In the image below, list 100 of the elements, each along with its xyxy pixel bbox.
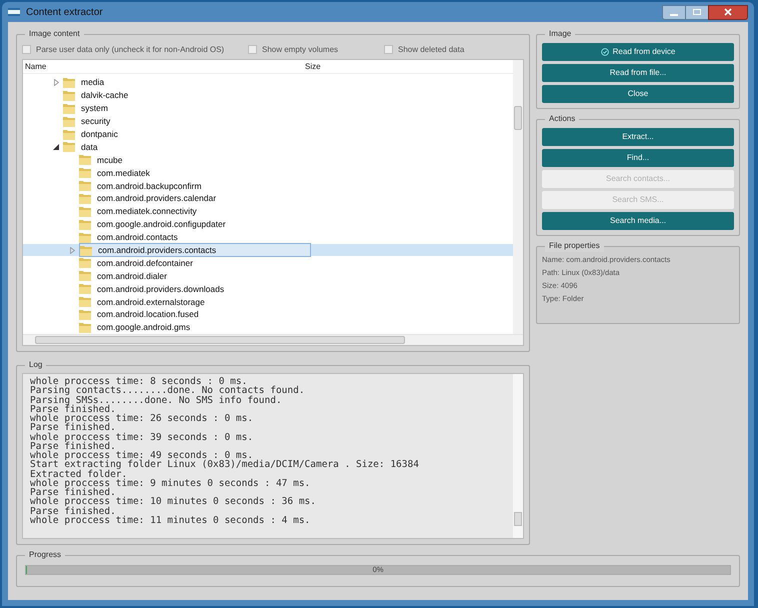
horizontal-scrollbar[interactable] <box>23 334 523 345</box>
tree-item-label: data <box>81 140 98 153</box>
folder-icon <box>79 283 91 294</box>
log-line: whole proccess time: 26 seconds : 0 ms. <box>30 414 254 424</box>
window-title: Content extractor <box>26 6 103 20</box>
tree-row[interactable]: data <box>23 140 513 154</box>
tree-item-label: com.google.android.configupdater <box>97 218 226 230</box>
action-button[interactable]: Find... <box>542 149 734 167</box>
tree-item-label: dontpanic <box>81 128 118 140</box>
log-line: whole proccess time: 11 minutes 0 seconds : 4 ms. <box>30 516 312 525</box>
tree-item-label: com.android.dialer <box>97 270 167 282</box>
folder-icon <box>79 206 91 217</box>
tree-row[interactable]: mcube <box>23 153 513 166</box>
minimize-button[interactable] <box>662 4 686 20</box>
tree-item-label: mcube <box>97 154 123 166</box>
log-line: Parse finished. <box>30 423 116 432</box>
tree-item-label: com.android.providers.contacts <box>98 244 216 256</box>
checkbox[interactable] <box>248 45 257 54</box>
tree-row[interactable]: com.android.dialer <box>23 269 513 282</box>
tree-row[interactable]: com.android.backupconfirm <box>23 179 513 192</box>
tree-row[interactable]: com.mediatek <box>23 166 513 180</box>
tree-row[interactable]: com.android.contacts <box>23 230 513 244</box>
log-line: Parse finished. <box>30 488 116 498</box>
image-button[interactable]: Read from file... <box>542 64 734 82</box>
log-line: whole proccess time: 39 seconds : 0 ms. <box>30 432 254 442</box>
tree-item-label: com.android.contacts <box>97 231 178 244</box>
folder-icon <box>63 141 75 152</box>
app-icon <box>8 8 20 16</box>
column-header[interactable]: Name <box>23 60 305 72</box>
log-line: Parse finished. <box>30 506 116 516</box>
folder-icon <box>80 244 92 256</box>
tree-row[interactable]: system <box>23 102 513 115</box>
tree-row[interactable]: com.android.providers.contacts <box>23 244 513 256</box>
folder-icon <box>79 322 91 333</box>
group-title: Log <box>25 359 46 371</box>
expand-arrow-icon[interactable] <box>54 78 59 86</box>
close-button[interactable] <box>708 4 748 20</box>
image-button[interactable]: Read from device <box>542 43 734 61</box>
checkbox[interactable] <box>22 45 31 54</box>
group-title: Image <box>545 28 576 40</box>
log-line: whole proccess time: 8 seconds : 0 ms. <box>30 377 248 386</box>
tree-item-label: com.android.defcontainer <box>97 256 193 269</box>
tree-row[interactable]: com.android.providers.downloads <box>23 282 513 296</box>
tree-row[interactable]: media <box>23 76 513 89</box>
tree-item-label: com.android.providers.downloads <box>97 282 224 295</box>
log-line: whole proccess time: 49 seconds : 0 ms. <box>30 451 254 460</box>
group-title: Progress <box>25 549 66 561</box>
tree-row[interactable]: com.mediatek.connectivity <box>23 204 513 218</box>
folder-icon <box>79 167 91 178</box>
log-line: Parse finished. <box>30 404 116 414</box>
folder-icon <box>79 192 91 204</box>
vertical-scrollbar[interactable] <box>513 60 523 334</box>
tree-item-label: com.google.android.gms <box>97 321 190 334</box>
expand-arrow-icon[interactable] <box>70 246 75 254</box>
image-button[interactable]: Close <box>542 85 734 103</box>
log-line: Parse finished. <box>30 442 116 451</box>
group-title: Image content <box>25 28 84 40</box>
tree-item-label: com.android.providers.calendar <box>97 192 216 204</box>
log-line: Parsing contacts........done. No contacts found. <box>30 386 306 396</box>
tree-row[interactable]: dalvik-cache <box>23 88 513 102</box>
action-button[interactable]: Extract... <box>542 128 734 146</box>
vertical-scrollbar[interactable] <box>513 374 523 538</box>
tree-row[interactable]: dontpanic <box>23 128 513 140</box>
tree-item-label: dalvik-cache <box>81 89 128 102</box>
tree-row[interactable]: com.android.defcontainer <box>23 256 513 270</box>
collapse-arrow-icon[interactable] <box>53 144 59 150</box>
tree-row[interactable]: com.android.providers.calendar <box>23 192 513 205</box>
log-line: whole proccess time: 10 minutes 0 seconds : 36 ms. <box>30 497 317 506</box>
tree-item-label: com.android.externalstorage <box>97 296 205 308</box>
log-line: whole proccess time: 9 minutes 0 seconds : 47 ms. <box>30 478 312 488</box>
tree-item-label: com.android.location.fused <box>97 308 199 320</box>
action-button[interactable]: Search media... <box>542 212 734 230</box>
tree-row[interactable]: com.google.android.configupdater <box>23 218 513 231</box>
column-header[interactable]: Size <box>305 60 321 72</box>
tree-row[interactable]: com.android.location.fused <box>23 308 513 321</box>
folder-icon <box>79 154 91 166</box>
folder-icon <box>63 76 75 88</box>
checkbox-label: Parse user data only (uncheck it for non-Android OS) <box>36 44 224 56</box>
close-icon <box>724 8 732 16</box>
log-line: Parsing SMSs........done. No SMS info found. <box>30 396 283 405</box>
maximize-button[interactable] <box>686 4 708 20</box>
tree-row[interactable]: com.google.android.gms <box>23 320 513 334</box>
tree-item-label: media <box>81 76 104 88</box>
tree-item-label: com.mediatek.connectivity <box>97 205 197 218</box>
folder-icon <box>79 308 91 320</box>
tree-item-label: security <box>81 115 110 128</box>
folder-icon <box>63 128 75 140</box>
folder-icon <box>79 180 91 192</box>
group-title: File properties <box>545 240 604 252</box>
log-line: Extracted folder. <box>30 470 128 479</box>
checkbox[interactable] <box>384 45 393 54</box>
folder-icon <box>63 90 75 101</box>
log-line: Start extracting folder Linux (0x83)/media/DCIM/Camera . Size: 16384 <box>30 460 420 470</box>
folder-icon <box>63 102 75 114</box>
tree-row[interactable]: com.android.externalstorage <box>23 295 513 308</box>
tree-item-label: com.mediatek <box>97 166 150 179</box>
folder-icon <box>79 257 91 268</box>
checkbox-label: Show deleted data <box>398 44 464 56</box>
folder-icon <box>79 296 91 308</box>
tree-row[interactable]: security <box>23 114 513 128</box>
